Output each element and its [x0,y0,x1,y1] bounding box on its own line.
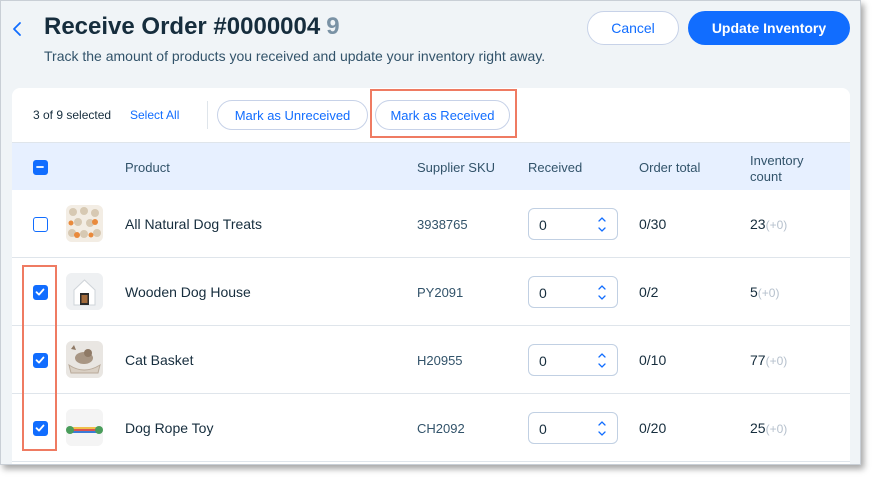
chevron-up-icon[interactable] [596,351,608,360]
inventory-value: 25 [750,420,766,436]
product-name: Cat Basket [125,352,194,368]
check-icon [35,356,45,364]
received-quantity-stepper[interactable] [528,344,618,376]
product-thumbnail-rope-toy [66,409,103,446]
inventory-delta: (+0) [757,286,780,300]
table-row: Cat Basket H20955 0/10 77(+0) [12,326,850,394]
select-all-link[interactable]: Select All [130,108,179,122]
bulk-actions-toolbar: 3 of 9 selected Select All Mark as Unrec… [12,88,850,142]
inventory-count: 25(+0) [750,420,787,436]
inventory-delta: (+0) [765,422,788,436]
inventory-count: 23(+0) [750,216,787,232]
item-count-badge: 9 [326,13,340,40]
chevron-down-icon[interactable] [596,293,608,302]
chevron-down-icon[interactable] [596,429,608,438]
inventory-value: 5 [750,284,758,300]
order-total: 0/10 [639,352,667,368]
received-quantity-stepper[interactable] [528,412,618,444]
inventory-count: 5(+0) [750,284,779,300]
chevron-down-icon[interactable] [596,225,608,234]
product-thumbnail-dog-treats [66,205,103,242]
row-checkbox[interactable] [33,217,48,232]
column-header-order-total: Order total [639,160,701,175]
check-icon [35,424,45,432]
received-quantity-input[interactable] [539,283,589,303]
product-thumbnail-dog-house [66,273,103,310]
column-header-product: Product [125,160,170,175]
product-name: Dog Rope Toy [125,420,214,436]
chevron-up-icon[interactable] [596,283,608,292]
mark-as-unreceived-button[interactable]: Mark as Unreceived [217,100,368,130]
order-total: 0/2 [639,284,659,300]
check-icon [35,288,45,296]
page-title: Receive Order #0000004 9 [44,13,340,41]
receive-order-card: 3 of 9 selected Select All Mark as Unrec… [12,88,850,464]
column-header-sku: Supplier SKU [417,160,496,175]
inventory-value: 77 [750,352,766,368]
received-quantity-input[interactable] [539,215,589,235]
inventory-count: 77(+0) [750,352,787,368]
supplier-sku: 3938765 [417,217,468,232]
supplier-sku: CH2092 [417,421,465,436]
mark-as-received-button[interactable]: Mark as Received [375,100,510,130]
supplier-sku: H20955 [417,353,463,368]
product-thumbnail-cat-basket [66,341,103,378]
received-quantity-stepper[interactable] [528,276,618,308]
row-checkbox[interactable] [33,285,48,300]
page-title-text: Receive Order #0000004 [44,13,321,40]
column-header-received: Received [528,160,583,175]
selected-count: 3 of 9 selected [33,108,112,122]
supplier-sku: PY2091 [417,285,464,300]
chevron-down-icon[interactable] [596,361,608,370]
select-all-checkbox[interactable] [33,160,48,175]
row-checkbox[interactable] [33,353,48,368]
received-quantity-stepper[interactable] [528,208,618,240]
update-inventory-button[interactable]: Update Inventory [688,11,850,45]
page-subtitle: Track the amount of products you receive… [44,48,546,64]
table-row: Wooden Dog House PY2091 0/2 5(+0) [12,258,850,326]
app-window: Receive Order #0000004 9 Track the amount… [0,0,861,465]
inventory-delta: (+0) [765,354,788,368]
cancel-button[interactable]: Cancel [587,11,679,45]
order-total: 0/30 [639,216,667,232]
chevron-up-icon[interactable] [596,419,608,428]
inventory-value: 23 [750,216,766,232]
table-row: All Natural Dog Treats 3938765 0/30 23(+… [12,190,850,258]
inventory-delta: (+0) [765,218,788,232]
product-name: Wooden Dog House [125,284,251,300]
table-header: Product Supplier SKU Received Order tota… [12,142,850,190]
received-quantity-input[interactable] [539,351,589,371]
received-quantity-input[interactable] [539,419,589,439]
minus-icon [36,166,44,168]
chevron-left-icon [13,22,21,36]
product-name: All Natural Dog Treats [125,216,262,232]
back-button[interactable] [7,18,27,40]
chevron-up-icon[interactable] [596,215,608,224]
toolbar-divider [207,101,208,129]
table-row: Dog Rope Toy CH2092 0/20 25(+0) [12,394,850,462]
order-total: 0/20 [639,420,667,436]
column-header-inventory-count: Inventory count [750,153,804,184]
row-checkbox[interactable] [33,421,48,436]
